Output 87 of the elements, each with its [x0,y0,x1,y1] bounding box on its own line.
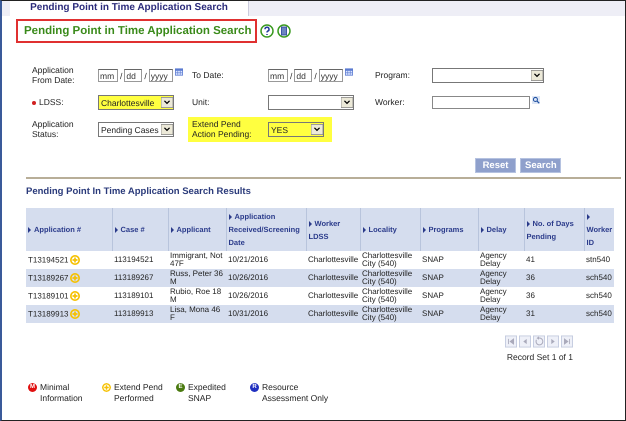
table-cell-text: SNAP [422,310,445,318]
date-separator: / [289,70,294,80]
table-cell: Charlottesville [308,310,359,318]
table-cell-text: 41 [526,256,536,264]
refresh-icon[interactable] [533,335,545,348]
date-part-field[interactable]: mm [268,69,288,82]
date-separator: / [119,70,124,80]
table-cell-text: Charlottesville City (540) [362,270,414,286]
table-cell-text: 10/26/2016 [228,292,270,300]
date-part-field[interactable]: yyyy [318,69,343,82]
date-part-field[interactable]: mm [98,69,118,82]
dropdown[interactable]: YES [268,122,324,137]
table-cell-text: SNAP [422,256,445,264]
previous-page-icon[interactable] [519,335,531,348]
date-separator: / [313,70,318,80]
caret-icon [531,70,543,81]
field-label: LDSS: [32,98,98,108]
field-label: Extend Pend Action Pending: [191,120,253,139]
table-cell-text: 113189267 [114,274,154,282]
legend-label: Resource Assessment Only [262,382,330,404]
legend-label: Expedited SNAP [188,382,227,404]
caret-icon [341,97,353,108]
table-cell-text: 36 [526,292,536,300]
table-cell-text: 113189101 [114,292,154,300]
last-page-icon[interactable] [561,335,573,348]
dropdown[interactable] [268,95,354,110]
table-cell-text: stn540 [586,256,612,264]
dropdown[interactable] [432,68,544,83]
table-cell-text: Agency Delay [480,306,508,322]
results-title: Pending Point In Time Application Search Results [26,186,252,197]
field-label: Program: [375,70,411,80]
table-cell-text: Rubio, Roe 18 M [170,288,222,304]
table-cell: sch540 [586,292,613,300]
caret-icon [311,124,323,135]
calendar-icon[interactable] [344,68,353,76]
table-cell: T13189101 [28,292,68,300]
table-cell-text: 10/21/2016 [228,256,270,264]
dropdown[interactable]: Charlottesville [98,95,174,110]
field-label: Application Status: [32,120,75,139]
first-page-icon[interactable] [505,335,517,348]
legend-label: Extend Pend Performed [114,382,164,404]
table-cell: Charlottesville [308,274,359,282]
table-cell-text: 113189913 [114,310,154,318]
legend-label: Minimal Information [40,382,84,404]
dropdown[interactable]: Pending Cases [98,122,174,137]
table-cell: T13189267 [28,274,68,282]
table-cell: T13189913 [28,310,68,318]
caret-icon [161,124,173,135]
field-label: Unit: [192,98,210,108]
page-tab[interactable]: Pending Point in Time Application Search [10,1,249,16]
table-cell-text: Charlottesville City (540) [362,288,414,304]
document-icon[interactable] [277,24,292,38]
table-cell: sch540 [586,274,613,282]
field-label: To Date: [192,70,225,80]
search-icon[interactable] [532,96,540,104]
table-cell: T13194521 [28,256,68,264]
caret-icon [161,97,173,108]
table-cell-text: Agency Delay [480,288,508,304]
table-cell-text: Russ, Peter 36 M [170,270,224,286]
table-cell-text: Agency Delay [480,270,508,286]
table-cell-text: 10/31/2016 [228,310,270,318]
table-cell: Charlottesville [308,256,359,264]
table-cell-text: 31 [526,310,536,318]
date-part-field[interactable]: dd [294,69,312,82]
table-cell-text: Immigrant, Not 47F [170,252,224,268]
table-cell-text: Lisa, Mona 46 F [170,306,222,322]
calendar-icon[interactable] [174,68,183,76]
field-label: Worker: [375,98,406,108]
record-count: Record Set 1 of 1 [506,352,573,362]
table-cell-text: Charlottesville City (540) [362,306,414,322]
table-cell-text: SNAP [422,292,445,300]
table-cell-text: Charlottesville City (540) [362,252,414,268]
date-part-field[interactable]: yyyy [148,69,173,82]
next-page-icon[interactable] [547,335,559,348]
table-cell-text: 36 [526,274,536,282]
table-cell-text: 113194521 [114,256,154,264]
date-part-field[interactable]: dd [124,69,142,82]
field-label: Application From Date: [32,66,76,85]
page-title: Pending Point in Time Application Search [16,19,258,43]
worker-field[interactable] [432,96,530,109]
table-cell-text: 10/26/2016 [228,274,270,282]
help-icon[interactable] [260,24,274,38]
table-cell-text: Agency Delay [480,252,508,268]
table-cell: Charlottesville [308,292,359,300]
table-cell: sch540 [586,310,613,318]
date-separator: / [143,70,148,80]
table-cell-text: SNAP [422,274,445,282]
